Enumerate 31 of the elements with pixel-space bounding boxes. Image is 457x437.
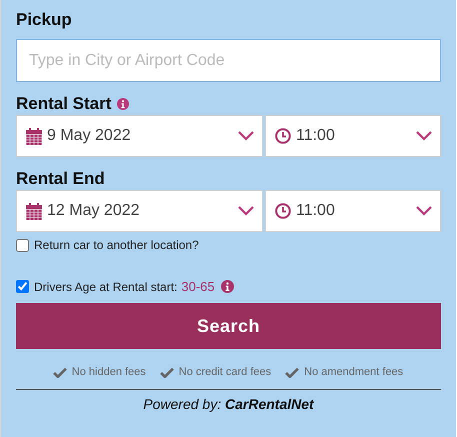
feature-text: No hidden fees	[72, 366, 146, 378]
info-icon[interactable]	[220, 280, 234, 293]
check-icon	[52, 366, 67, 378]
chevron-down-icon	[416, 206, 432, 216]
pickup-field[interactable]: Type in City or Airport Code	[16, 39, 441, 82]
date-dropdown[interactable]: 12 May 2022	[16, 190, 263, 232]
calendar-icon	[26, 202, 42, 220]
powered-by-text: Powered by: CarRentalNet	[142, 396, 315, 412]
return-label: Return car to another location?	[34, 238, 199, 252]
pickup-label: Pickup	[16, 10, 72, 30]
date-section-label: Rental Start	[16, 94, 112, 114]
time-dropdown[interactable]: 11:00	[265, 190, 441, 232]
chevron-down-icon	[416, 131, 432, 141]
age-checkbox[interactable]	[16, 280, 29, 293]
chevron-down-icon	[238, 131, 254, 141]
age-range-link[interactable]: 30-65	[181, 279, 215, 294]
clock-icon	[275, 128, 291, 144]
chevron-down-icon	[238, 206, 254, 216]
return-checkbox[interactable]	[16, 238, 29, 252]
time-dropdown[interactable]: 11:00	[265, 115, 441, 157]
clock-icon	[275, 203, 291, 219]
age-label: Drivers Age at Rental start:	[34, 280, 178, 294]
feature-text: No credit card fees	[178, 366, 272, 378]
date-section-label: Rental End	[16, 169, 105, 189]
date-dropdown[interactable]: 9 May 2022	[16, 115, 263, 157]
check-icon	[160, 366, 174, 378]
info-icon[interactable]	[117, 98, 130, 110]
calendar-icon	[26, 128, 42, 144]
search-button[interactable]: Search	[16, 303, 441, 349]
feature-text: No amendment fees	[304, 366, 404, 378]
check-icon	[285, 366, 300, 378]
